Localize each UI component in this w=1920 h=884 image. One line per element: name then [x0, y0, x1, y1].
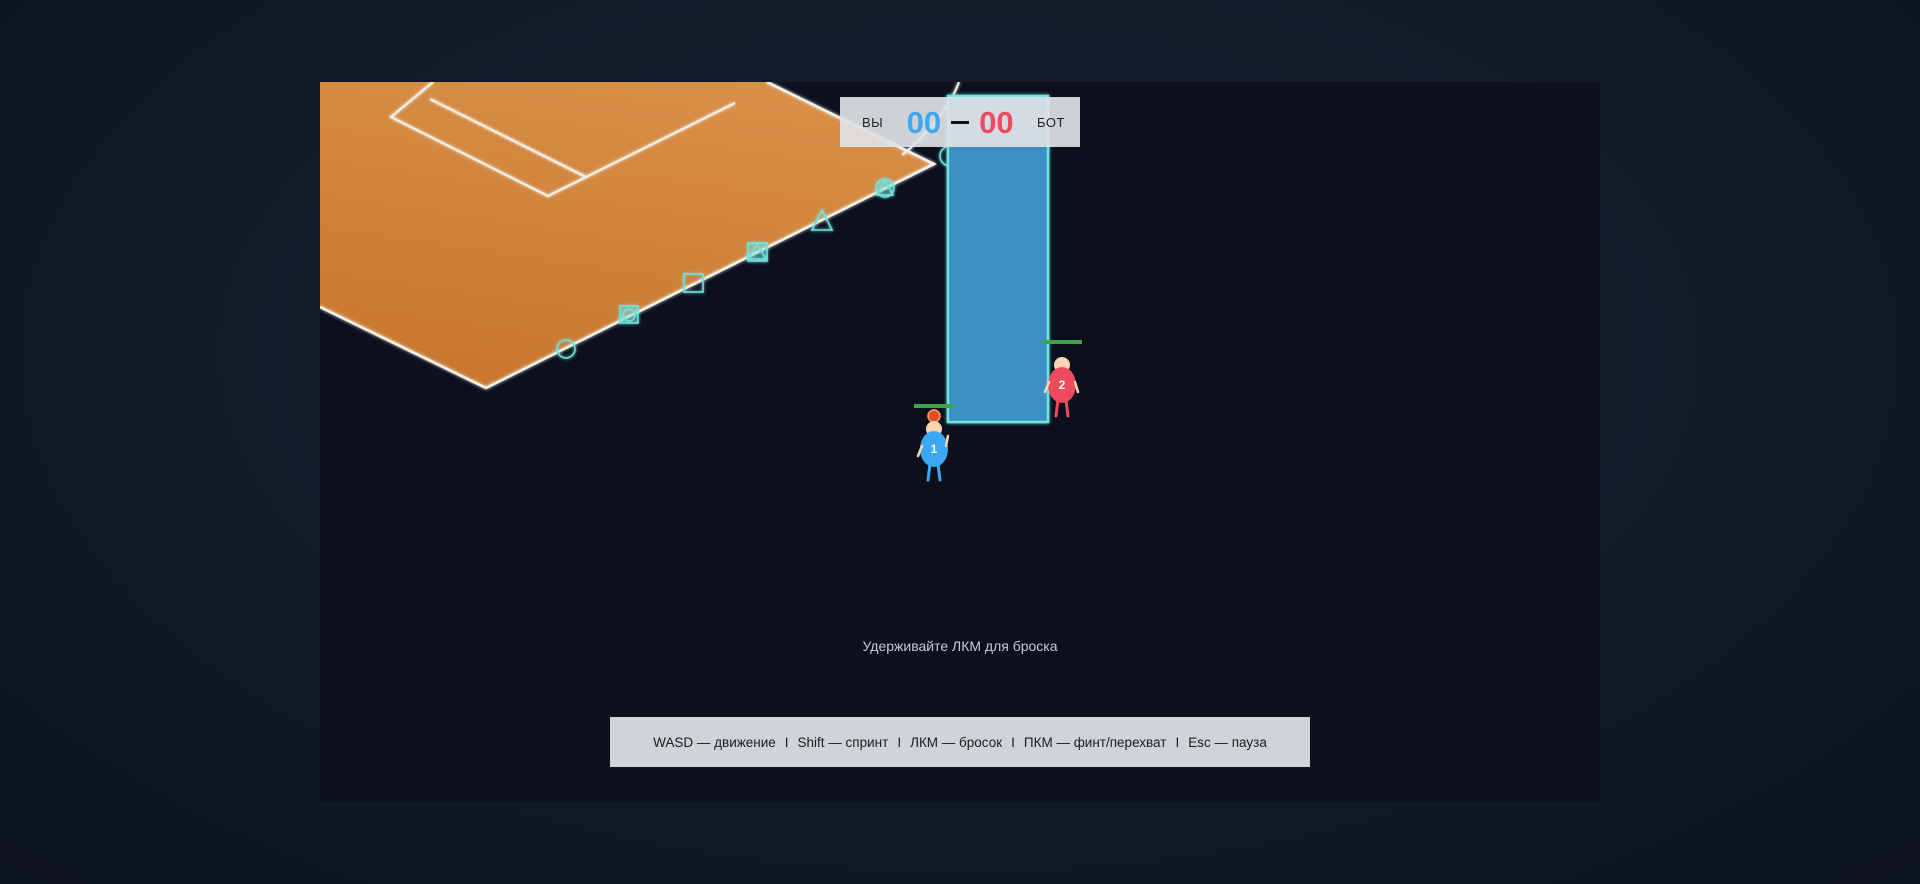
- you-number: 1: [931, 442, 938, 456]
- control-throw: ЛКМ — бросок: [910, 734, 1003, 750]
- control-feint: ПКМ — финт/перехват: [1023, 734, 1167, 750]
- separator: I: [1175, 734, 1180, 750]
- separator: I: [897, 734, 902, 750]
- throw-hint: Удерживайте ЛКМ для броска: [862, 638, 1058, 654]
- game-viewport[interactable]: 2 1 ВЫ 00 00 БОТ Удерживайте ЛКМ для бро…: [320, 82, 1600, 802]
- bot-score: 00: [979, 104, 1014, 140]
- bot-number: 2: [1059, 378, 1066, 392]
- you-label: ВЫ: [862, 114, 884, 130]
- score-dash: [951, 120, 970, 124]
- ball-icon: [927, 409, 941, 423]
- bot-label: БОТ: [1037, 114, 1065, 130]
- score-display: 00 00: [907, 107, 1014, 138]
- control-pause: Esc — пауза: [1188, 734, 1267, 750]
- you-stamina-bar: [914, 404, 954, 408]
- separator: I: [1011, 734, 1015, 750]
- court-scene[interactable]: 2 1: [320, 82, 1600, 802]
- control-move: WASD — движение: [653, 734, 776, 750]
- control-sprint: Shift — спринт: [797, 734, 889, 750]
- you-score: 00: [906, 104, 942, 140]
- controls-help-bar: WASD — движение I Shift — спринт I ЛКМ —…: [610, 717, 1310, 767]
- scoreboard: ВЫ 00 00 БОТ: [840, 97, 1080, 147]
- bot-stamina-bar: [1042, 340, 1082, 344]
- separator: I: [784, 734, 789, 750]
